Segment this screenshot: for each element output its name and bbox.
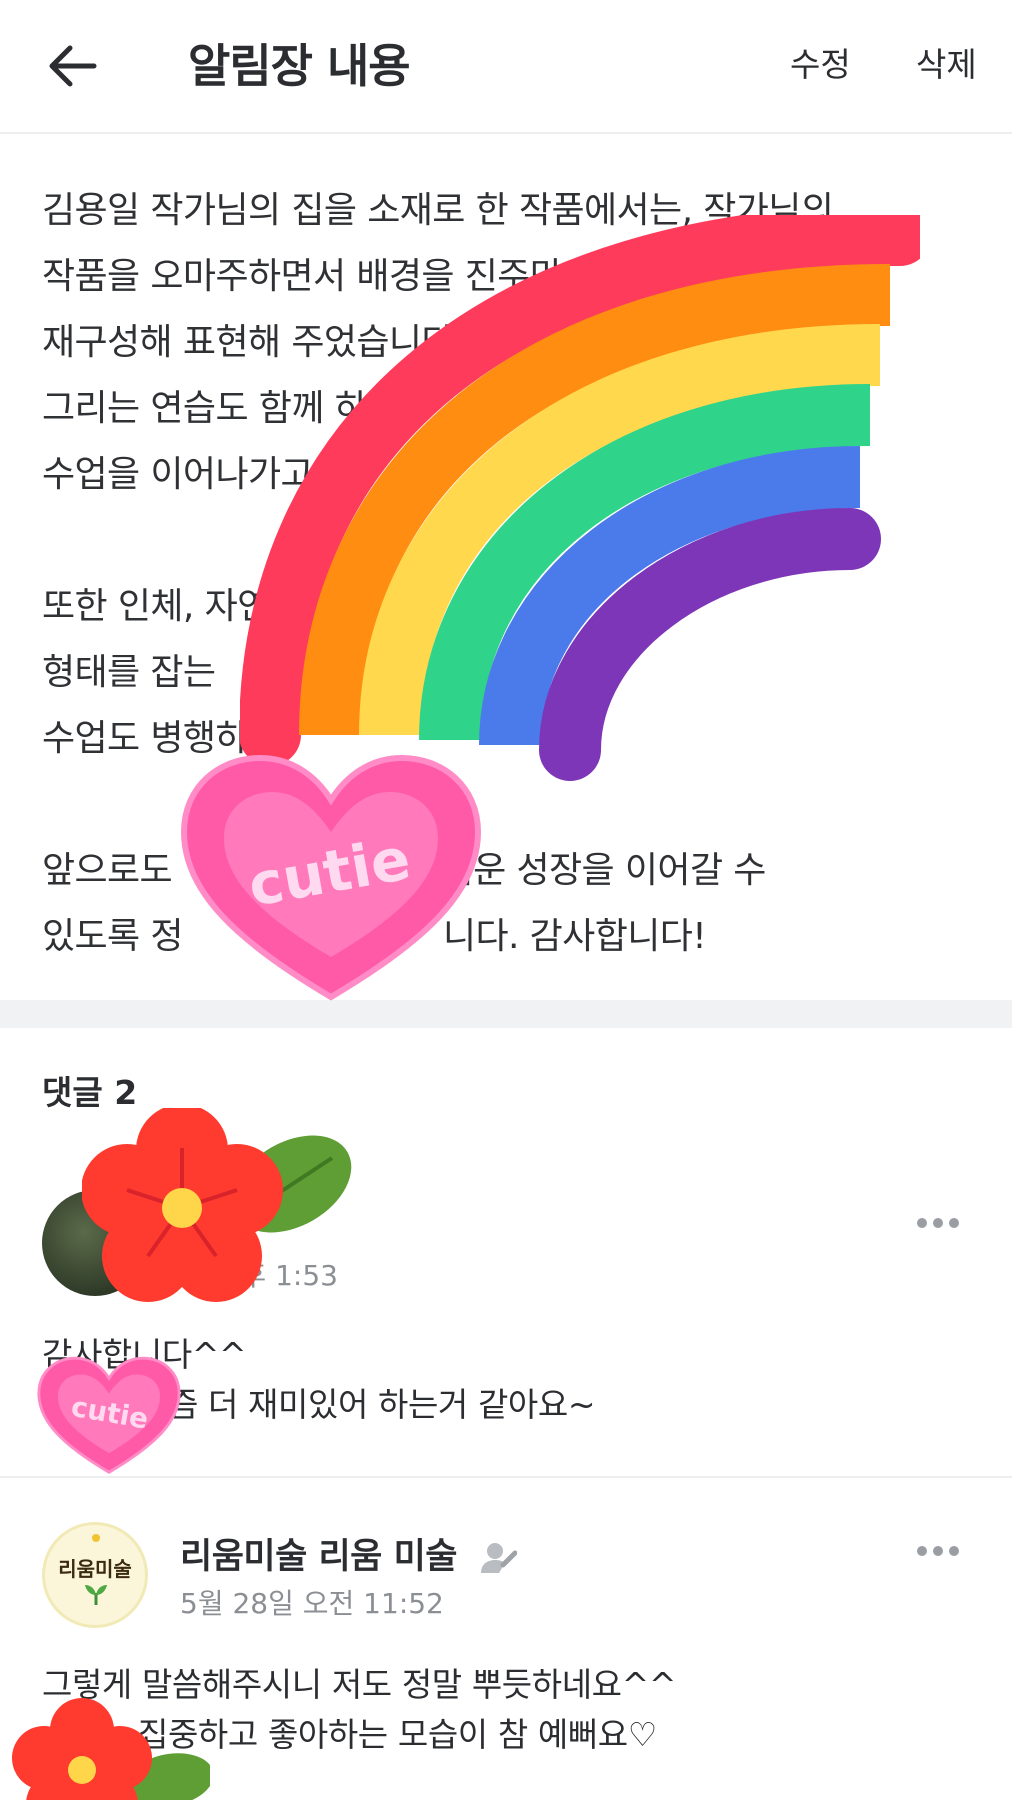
- comment-line: 감사합니다^^: [42, 1335, 247, 1374]
- sprout-icon: [85, 1585, 107, 1605]
- app-header: 알림장 내용 수정 삭제: [0, 0, 1012, 134]
- comment-text: 감사합니다^^ 요즘 더 재미있어 하는거 같아요~: [42, 1330, 972, 1430]
- post-line: 김용일 작가님의 집을 소재로 한 작품에서는, 작가님의: [42, 190, 834, 231]
- back-button[interactable]: [44, 36, 104, 96]
- avatar[interactable]: [42, 1190, 148, 1296]
- post-line: 수업도 병행하: [42, 718, 249, 759]
- edit-button[interactable]: 수정: [790, 38, 851, 86]
- more-horizontal-icon: [917, 1218, 959, 1228]
- post-line: 있도록 정 니다. 감사합니다!: [42, 916, 707, 957]
- page-title: 알림장 내용: [188, 39, 411, 93]
- post-paragraph-3: 앞으로도 즐거운 성장을 이어갈 수 있도록 정 니다. 감사합니다!: [42, 838, 972, 970]
- post-paragraph-2: 또한 인체, 자연 형태를 잡는 수업도 병행하: [42, 574, 972, 772]
- comment-line: 그렇게 말씀해주시니 저도 정말 뿌듯하네요^^: [42, 1665, 677, 1704]
- post-line: 그리는 연습도 함께 하며: [42, 388, 400, 429]
- more-options-button[interactable]: [914, 1208, 962, 1238]
- comment-item: 리움미술 리움미술 리움 미술 5월 28일 오전 11:52 그렇게 말씀해주…: [0, 1480, 1012, 1800]
- post-line: 형태를 잡는: [42, 652, 216, 693]
- comments-title: 댓글 2: [42, 1073, 138, 1112]
- arrow-left-icon: [49, 45, 97, 87]
- comment-author[interactable]: 리움미술 리움 미술: [180, 1528, 517, 1579]
- avatar-logo-text: 리움미술: [58, 1557, 132, 1581]
- post-line: 작품을 오마주하면서 배경을 진주만: [42, 256, 563, 297]
- post-line: 재구성해 표현해 주었습니다: [42, 322, 455, 363]
- sun-icon: [92, 1534, 100, 1542]
- post-line: 또한 인체, 자연: [42, 586, 270, 627]
- comment-line: 요즘 더 재미있어 하는거 같아요~: [138, 1385, 596, 1424]
- post-line: 수업을 이어나가고: [42, 454, 314, 495]
- post-paragraph-1: 김용일 작가님의 집을 소재로 한 작품에서는, 작가님의 작품을 오마주하면서…: [42, 178, 972, 508]
- avatar[interactable]: 리움미술: [42, 1522, 148, 1628]
- comment-author[interactable]: 파: [180, 1198, 212, 1249]
- comment-item: 파 일 오후 1:53 감사합니다^^ 요즘 더 재미있어 하는거 같아요~: [0, 1160, 1012, 1478]
- comment-timestamp: 5월 28일 오전 11:52: [180, 1587, 444, 1620]
- delete-button[interactable]: 삭제: [916, 38, 977, 86]
- comment-timestamp: 일 오후 1:53: [180, 1259, 338, 1292]
- comment-line: 집중하고 좋아하는 모습이 참 예뻐요♡: [138, 1715, 657, 1754]
- post-line: 앞으로도 즐거운 성장을 이어갈 수: [42, 850, 766, 891]
- post-content: 김용일 작가님의 집을 소재로 한 작품에서는, 작가님의 작품을 오마주하면서…: [42, 178, 972, 970]
- comment-text: 그렇게 말씀해주시니 저도 정말 뿌듯하네요^^ 집중하고 좋아하는 모습이 참…: [42, 1660, 972, 1760]
- verified-user-icon: [480, 1543, 517, 1573]
- more-horizontal-icon: [917, 1546, 959, 1556]
- more-options-button[interactable]: [914, 1536, 962, 1566]
- section-divider: [0, 1000, 1012, 1028]
